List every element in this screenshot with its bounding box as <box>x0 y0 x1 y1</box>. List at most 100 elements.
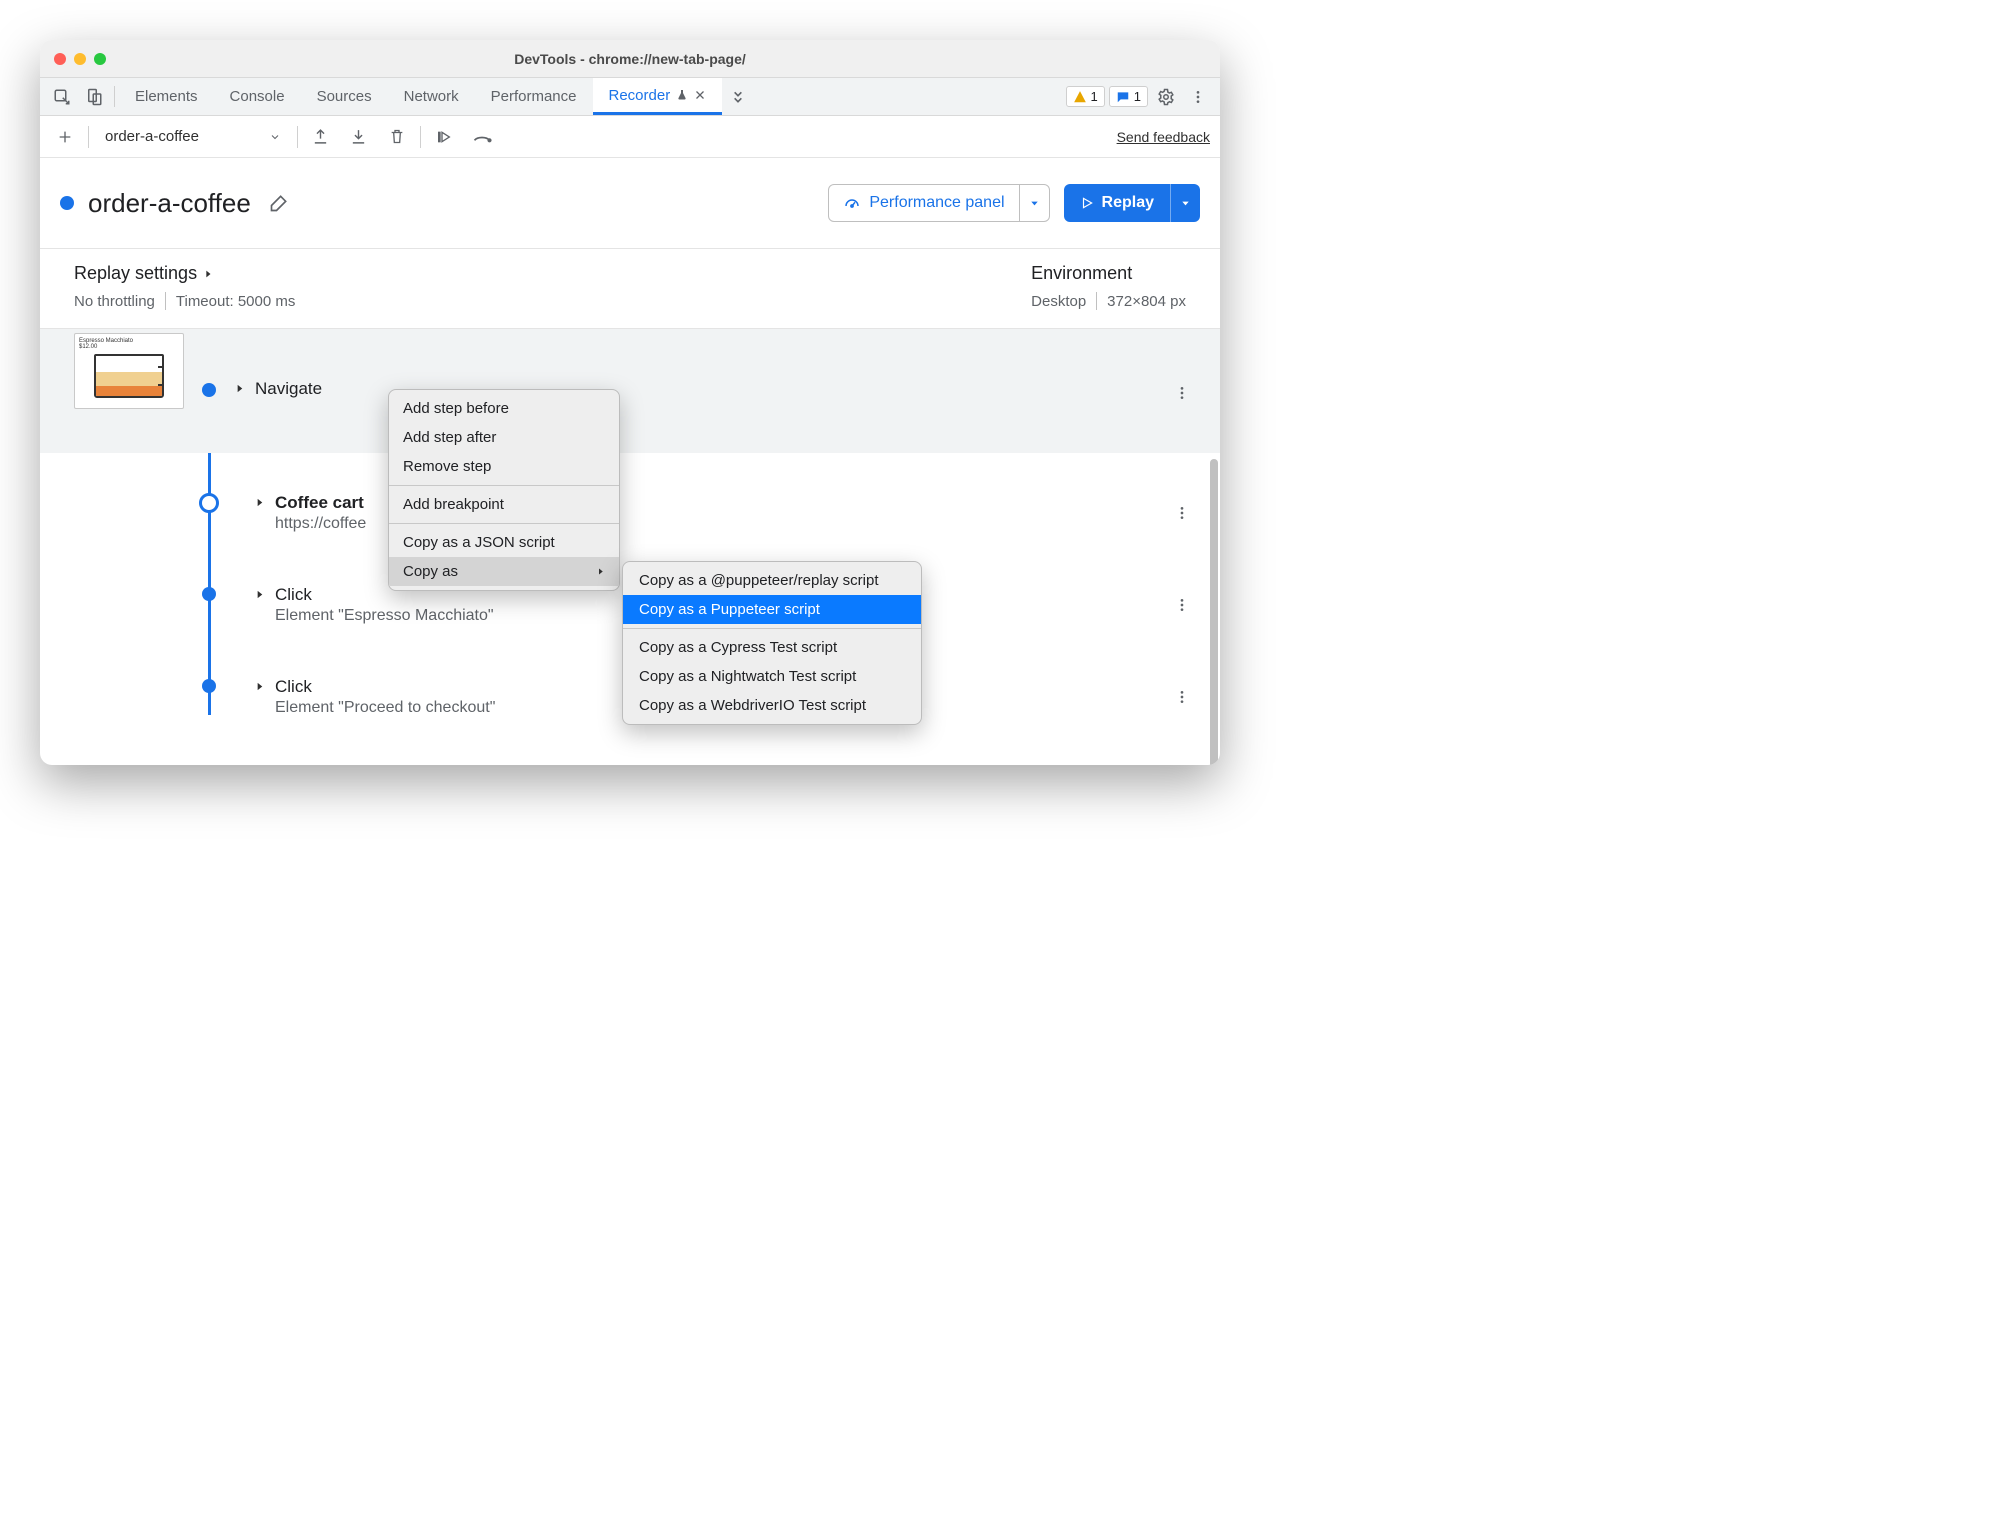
titlebar: DevTools - chrome://new-tab-page/ <box>40 40 1220 78</box>
send-feedback-link[interactable]: Send feedback <box>1117 129 1210 145</box>
device-value: Desktop <box>1031 293 1086 310</box>
divider <box>1096 292 1097 310</box>
close-tab-icon[interactable] <box>694 89 706 101</box>
settings-gear-icon[interactable] <box>1150 78 1182 115</box>
timeline-node <box>202 679 216 693</box>
menu-copy-json[interactable]: Copy as a JSON script <box>389 528 619 557</box>
tab-console[interactable]: Console <box>214 78 301 115</box>
menu-copy-nightwatch[interactable]: Copy as a Nightwatch Test script <box>623 662 921 691</box>
devtools-window: DevTools - chrome://new-tab-page/ Elemen… <box>40 40 1220 765</box>
menu-copy-webdriverio[interactable]: Copy as a WebdriverIO Test script <box>623 691 921 720</box>
expand-step-icon[interactable] <box>234 382 245 395</box>
throttling-value: No throttling <box>74 293 155 310</box>
replay-button-label: Replay <box>1102 194 1154 212</box>
warning-count: 1 <box>1091 89 1098 104</box>
recorder-toolbar: order-a-coffee Send feedback <box>40 116 1220 158</box>
tab-performance[interactable]: Performance <box>475 78 593 115</box>
tab-recorder[interactable]: Recorder <box>593 78 723 115</box>
inspect-element-icon[interactable] <box>46 78 78 115</box>
edit-title-icon[interactable] <box>269 193 289 213</box>
menu-copy-cypress[interactable]: Copy as a Cypress Test script <box>623 633 921 662</box>
step-kebab-icon[interactable] <box>1168 379 1196 407</box>
steps-area: Espresso Macchiato $12.00 Navigate <box>40 328 1220 765</box>
new-recording-icon[interactable] <box>50 122 80 152</box>
continue-icon[interactable] <box>429 122 459 152</box>
status-indicator <box>60 196 74 210</box>
tab-elements[interactable]: Elements <box>119 78 214 115</box>
import-icon[interactable] <box>344 122 374 152</box>
environment-label: Environment <box>1031 263 1186 284</box>
divider <box>165 292 166 310</box>
menu-copy-as[interactable]: Copy as <box>389 557 619 586</box>
divider <box>88 126 89 148</box>
issues-chat-badge[interactable]: 1 <box>1109 86 1148 107</box>
step-kebab-icon[interactable] <box>1168 499 1196 527</box>
step-title: Navigate <box>255 379 322 399</box>
divider <box>114 86 115 107</box>
step-thumbnail: Espresso Macchiato $12.00 <box>74 333 184 409</box>
more-tabs-icon[interactable] <box>722 78 754 115</box>
recording-header: order-a-coffee Performance panel Replay <box>40 158 1220 248</box>
perf-dropdown-caret[interactable] <box>1019 185 1049 221</box>
step-context-menu: Add step before Add step after Remove st… <box>388 389 620 591</box>
menu-remove-step[interactable]: Remove step <box>389 452 619 481</box>
recording-name: order-a-coffee <box>105 128 199 145</box>
recording-selector[interactable]: order-a-coffee <box>97 124 289 149</box>
step-over-icon[interactable] <box>467 122 497 152</box>
play-icon <box>1080 196 1094 210</box>
chevron-right-icon <box>596 566 605 577</box>
menu-copy-as-label: Copy as <box>403 563 458 580</box>
menu-copy-puppeteer[interactable]: Copy as a Puppeteer script <box>623 595 921 624</box>
export-icon[interactable] <box>306 122 336 152</box>
replay-settings-toggle[interactable]: Replay settings <box>74 263 295 284</box>
thumb-price: $12.00 <box>79 344 179 350</box>
flask-icon <box>676 88 688 102</box>
timeline-node <box>202 383 216 397</box>
menu-add-step-after[interactable]: Add step after <box>389 423 619 452</box>
tab-sources[interactable]: Sources <box>301 78 388 115</box>
devtools-tabstrip: Elements Console Sources Network Perform… <box>40 78 1220 116</box>
menu-add-breakpoint[interactable]: Add breakpoint <box>389 490 619 519</box>
menu-copy-puppeteer-replay[interactable]: Copy as a @puppeteer/replay script <box>623 566 921 595</box>
replay-button[interactable]: Replay <box>1064 184 1200 222</box>
replay-settings-label: Replay settings <box>74 263 197 284</box>
tab-network[interactable]: Network <box>388 78 475 115</box>
timeout-value: Timeout: 5000 ms <box>176 293 296 310</box>
menu-separator <box>389 485 619 486</box>
issues-warning-badge[interactable]: 1 <box>1066 86 1105 107</box>
subheader: Replay settings No throttling Timeout: 5… <box>40 248 1220 328</box>
perf-button-label: Performance panel <box>869 194 1004 212</box>
divider <box>297 126 298 148</box>
step-kebab-icon[interactable] <box>1168 683 1196 711</box>
step-subtitle: https://coffee <box>275 515 366 533</box>
step-kebab-icon[interactable] <box>1168 591 1196 619</box>
expand-step-icon[interactable] <box>254 588 265 601</box>
step-row-navigate[interactable]: Espresso Macchiato $12.00 Navigate <box>40 329 1220 453</box>
chat-count: 1 <box>1134 89 1141 104</box>
step-row-coffee-cart[interactable]: Coffee cart https://coffee <box>40 453 1220 551</box>
expand-step-icon[interactable] <box>254 680 265 693</box>
performance-panel-button[interactable]: Performance panel <box>828 184 1049 222</box>
window-title: DevTools - chrome://new-tab-page/ <box>40 51 1220 67</box>
chevron-down-icon <box>269 131 281 143</box>
chevron-right-icon <box>203 268 213 280</box>
menu-separator <box>389 523 619 524</box>
copy-as-submenu: Copy as a @puppeteer/replay script Copy … <box>622 561 922 725</box>
tab-recorder-label: Recorder <box>609 87 671 104</box>
recording-title: order-a-coffee <box>88 188 251 219</box>
viewport-value: 372×804 px <box>1107 293 1186 310</box>
expand-step-icon[interactable] <box>254 496 265 509</box>
replay-dropdown-caret[interactable] <box>1170 184 1200 222</box>
device-toolbar-icon[interactable] <box>78 78 110 115</box>
step-title: Click <box>275 677 495 697</box>
timeline-node <box>199 493 219 513</box>
delete-icon[interactable] <box>382 122 412 152</box>
kebab-menu-icon[interactable] <box>1182 78 1214 115</box>
menu-separator <box>623 628 921 629</box>
divider <box>420 126 421 148</box>
step-title: Coffee cart <box>275 493 366 513</box>
step-subtitle: Element "Espresso Macchiato" <box>275 607 494 625</box>
step-subtitle: Element "Proceed to checkout" <box>275 699 495 717</box>
gauge-icon <box>843 194 861 212</box>
menu-add-step-before[interactable]: Add step before <box>389 394 619 423</box>
